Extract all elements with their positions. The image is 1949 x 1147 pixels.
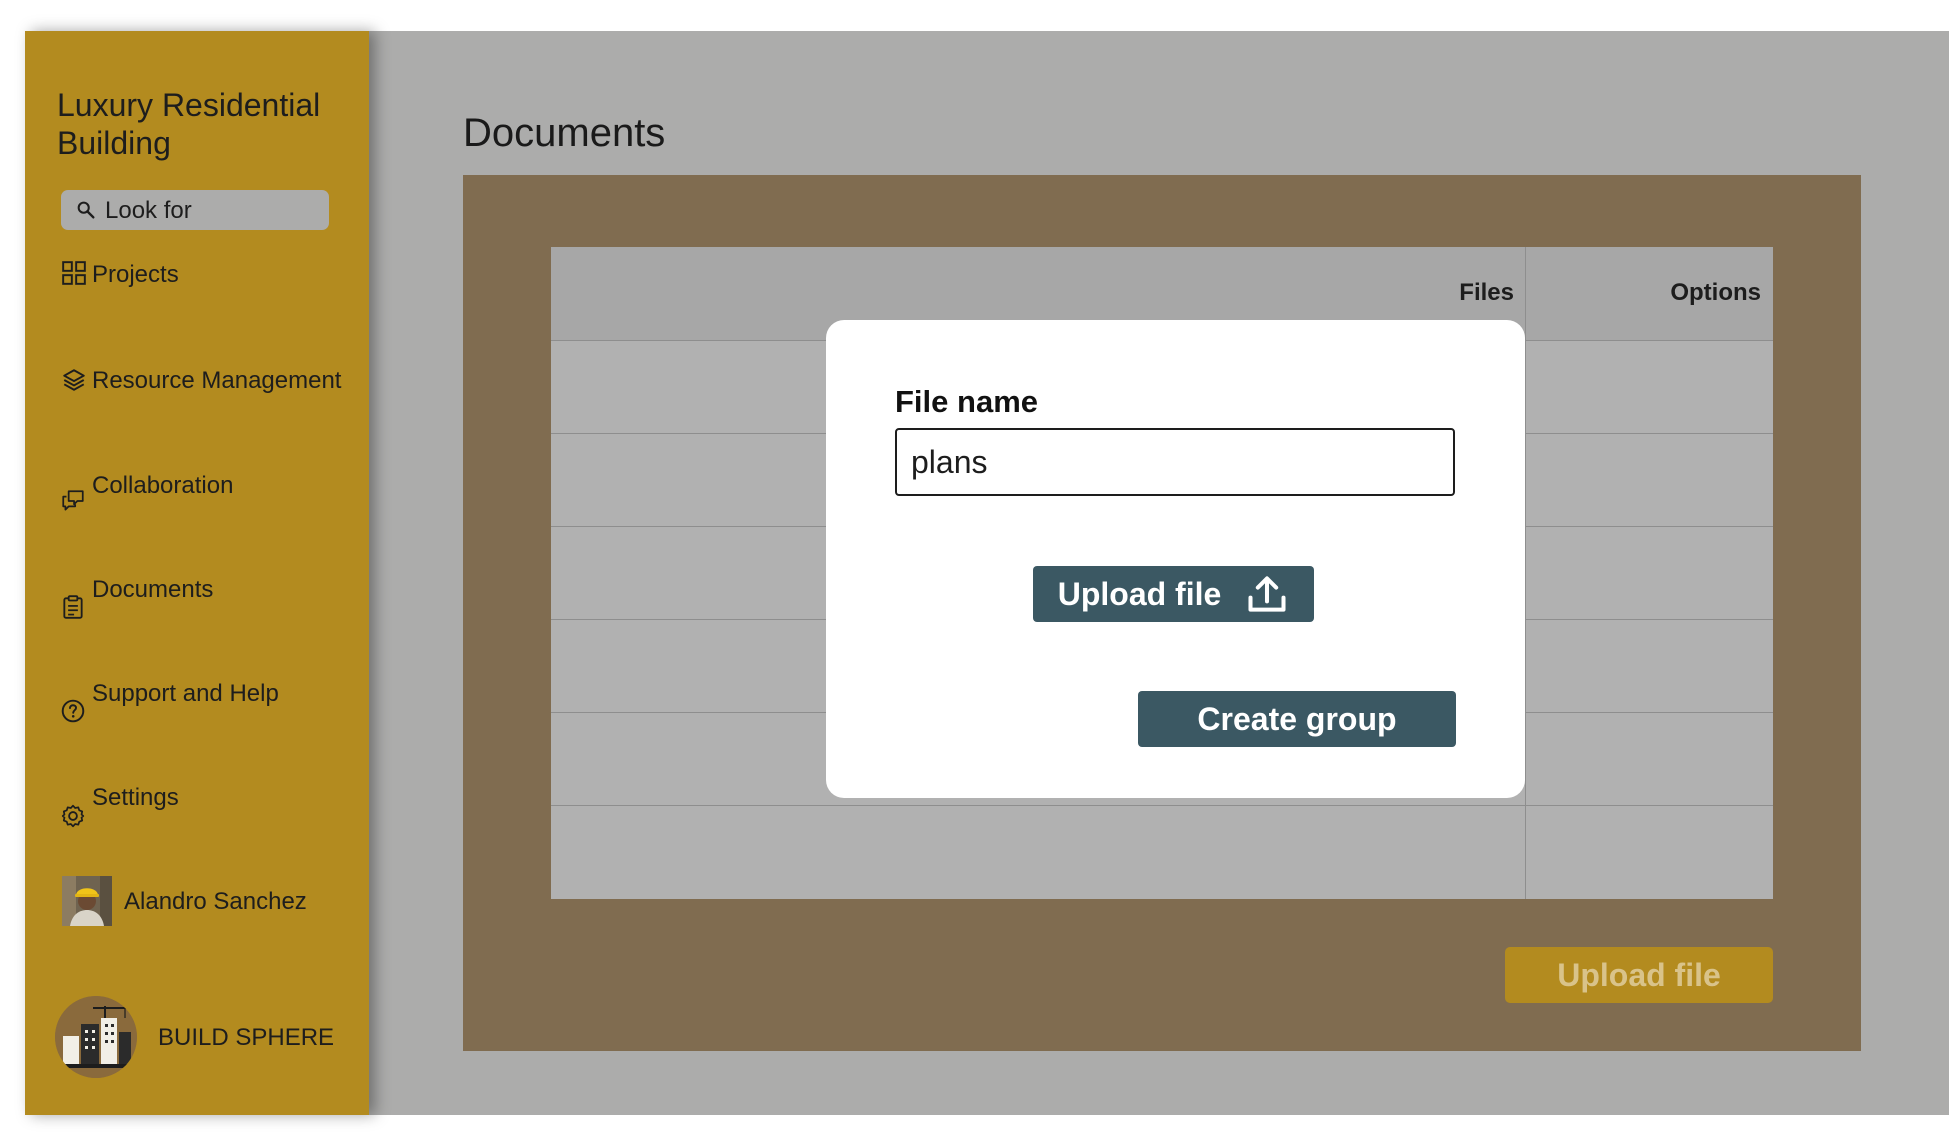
chat-icon	[62, 490, 84, 511]
gear-icon	[61, 804, 85, 828]
file-name-input[interactable]	[895, 428, 1455, 496]
column-header-files[interactable]: Files	[1459, 279, 1514, 307]
table-column-divider	[1525, 247, 1526, 899]
table-row-divider	[551, 805, 1773, 806]
search-box[interactable]: Look for	[61, 190, 329, 230]
user-name: Alandro Sanchez	[124, 888, 307, 915]
dialog-upload-file-button[interactable]: Upload file	[1033, 566, 1314, 622]
clipboard-icon	[63, 595, 83, 619]
file-name-label: File name	[895, 384, 1038, 419]
project-title: Luxury Residential Building	[57, 87, 321, 161]
search-icon	[77, 201, 95, 219]
sidebar-item-label: Settings	[92, 784, 179, 811]
page-title: Documents	[463, 111, 666, 155]
avatar	[62, 876, 112, 926]
help-icon	[61, 699, 85, 723]
brand-name: BUILD SPHERE	[158, 1024, 335, 1051]
grid-icon	[62, 261, 86, 285]
dialog-upload-file-label: Upload file	[1057, 575, 1222, 612]
layers-icon	[63, 369, 85, 391]
sidebar-item-label: Resource Management	[92, 367, 342, 394]
sidebar: Luxury Residential Building Look for Pro…	[25, 31, 369, 1115]
build-sphere-logo	[55, 996, 137, 1078]
create-group-button[interactable]: Create group	[1138, 691, 1456, 747]
sidebar-item-label: Documents	[92, 576, 214, 603]
user-photo	[62, 876, 112, 926]
sidebar-item-label: Projects	[92, 261, 179, 288]
search-placeholder: Look for	[105, 197, 192, 224]
upload-icon	[1248, 576, 1286, 612]
upload-file-button[interactable]: Upload file	[1505, 947, 1773, 1003]
sidebar-item-label: Collaboration	[92, 472, 234, 499]
column-header-options[interactable]: Options	[1670, 279, 1761, 307]
sidebar-item-label: Support and Help	[92, 680, 279, 707]
upload-dialog: File name Upload file Create group	[826, 320, 1525, 798]
